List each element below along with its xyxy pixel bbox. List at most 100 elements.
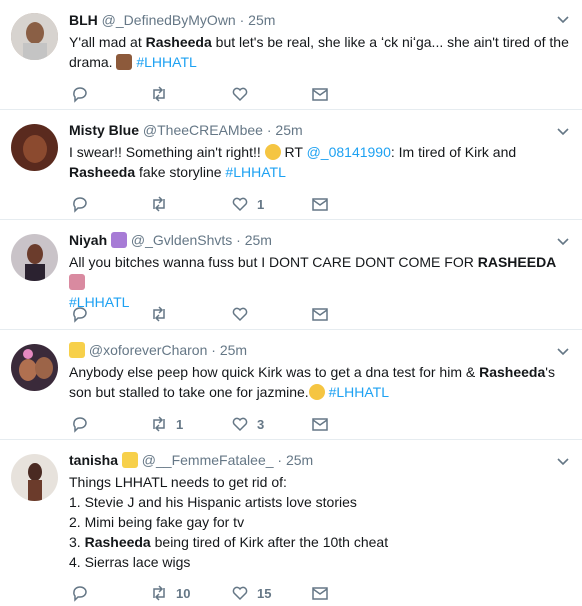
heart-icon [232,197,248,212]
highlight-term: RASHEEDA [477,254,557,270]
direct-message-button[interactable] [311,194,329,214]
highlight-term: Rasheeda [479,364,546,380]
person-shrugging-emoji-icon [116,54,133,70]
like-button[interactable] [231,304,249,324]
reply-button[interactable] [71,414,89,434]
face-with-monocle-emoji-icon [264,144,281,160]
reply-icon [73,586,87,602]
retweet-icon [153,196,165,212]
like-count: 1 [257,196,265,212]
retweet-button[interactable] [150,194,168,214]
reply-icon [73,307,87,323]
reply-button[interactable] [71,84,89,104]
separator: · [239,12,245,28]
direct-message-button[interactable] [311,414,329,434]
display-name[interactable]: BLH [69,12,98,28]
person-tipping-hand-emoji-icon [69,274,85,290]
reply-icon [73,87,87,103]
highlight-term: Rasheeda [145,34,212,50]
avatar[interactable] [11,344,58,391]
handle[interactable]: @TheeCREAMbee [143,122,263,138]
separator: · [211,342,216,358]
retweet-icon [153,86,165,102]
envelope-icon [312,308,328,321]
like-count: 3 [257,416,265,432]
sparkles-emoji-icon [121,452,138,468]
heart-icon [232,87,248,102]
handle[interactable]: @xoforeverCharon [89,342,208,358]
tweet-text: I swear!! Something ain't right!! RT @_0… [69,144,517,180]
retweet-count: 1 [176,416,184,432]
separator: · [277,452,283,468]
retweet-button[interactable] [150,84,168,104]
direct-message-button[interactable] [311,304,329,324]
handle[interactable]: @__FemmeFatalee_ [142,452,274,468]
tweet[interactable]: Niyah @_GvldenShvts · 25m All you bitche… [0,220,582,330]
chevron-down-icon[interactable] [556,124,570,138]
display-name[interactable]: Niyah [69,232,107,248]
retweet-button[interactable] [150,304,168,324]
hashtag-link[interactable]: #LHHATL [329,384,389,400]
like-button[interactable]: 15 [231,583,271,603]
reply-button[interactable] [71,304,89,324]
chevron-down-icon[interactable] [556,12,570,26]
heart-icon [232,586,248,601]
timestamp[interactable]: 25m [248,12,275,28]
chevron-down-icon[interactable] [556,344,570,358]
tweet[interactable]: BLH @_DefinedByMyOwn · 25m Y'all mad at … [0,0,582,110]
chevron-down-icon[interactable] [556,234,570,248]
avatar[interactable] [11,124,58,171]
retweet-button[interactable]: 1 [150,414,183,434]
avatar[interactable] [11,454,58,501]
highlight-term: Rasheeda [84,534,151,550]
timestamp[interactable]: 25m [220,342,247,358]
display-name[interactable]: tanisha [69,452,118,468]
timestamp[interactable]: 25m [286,452,313,468]
envelope-icon [312,198,328,211]
retweet-button[interactable]: 10 [150,583,190,603]
tweet[interactable]: tanisha @__FemmeFatalee_ · 25m Things LH… [0,440,582,606]
chevron-down-icon[interactable] [556,454,570,468]
retweet-icon [153,306,165,322]
envelope-icon [312,587,328,600]
tweet[interactable]: Misty Blue @TheeCREAMbee · 25m I swear!!… [0,110,582,220]
like-button[interactable]: 3 [231,414,264,434]
mention-link[interactable]: @_08141990 [307,144,391,160]
avatar[interactable] [11,13,58,60]
sleeping-face-emoji-icon [308,384,325,400]
like-button[interactable] [231,84,249,104]
hashtag-link[interactable]: #LHHATL [225,164,285,180]
heart-icon [232,417,248,432]
reply-button[interactable] [71,194,89,214]
like-count: 15 [257,585,272,601]
handle[interactable]: @_DefinedByMyOwn [102,12,236,28]
avatar[interactable] [11,234,58,281]
tweet-text: Anybody else peep how quick Kirk was to … [69,364,555,400]
unicorn-emoji-icon [111,232,128,248]
timestamp[interactable]: 25m [245,232,272,248]
sparkles-emoji-icon [69,342,85,358]
envelope-icon [312,418,328,431]
timestamp[interactable]: 25m [275,122,302,138]
retweet-icon [153,416,165,432]
separator: · [236,232,241,248]
reply-button[interactable] [71,583,89,603]
reply-icon [73,197,87,213]
envelope-icon [312,88,328,101]
tweet-text: Things LHHATL needs to get rid of: 1. St… [69,474,389,570]
direct-message-button[interactable] [311,84,329,104]
heart-icon [232,307,248,322]
highlight-term: Rasheeda [69,164,136,180]
like-button[interactable]: 1 [231,194,264,214]
tweet-text: Y'all mad at Rasheeda but let's be real,… [69,34,569,70]
direct-message-button[interactable] [311,583,329,603]
handle[interactable]: @_GvldenShvts [131,232,232,248]
tweet[interactable]: @xoforeverCharon · 25m Anybody else peep… [0,330,582,440]
hashtag-link[interactable]: #LHHATL [136,54,196,70]
retweet-icon [153,585,165,601]
retweet-count: 10 [176,585,191,601]
separator: · [266,122,272,138]
reply-icon [73,417,87,433]
display-name[interactable]: Misty Blue [69,122,139,138]
tweet-text: All you bitches wanna fuss but I DONT CA… [69,254,557,310]
